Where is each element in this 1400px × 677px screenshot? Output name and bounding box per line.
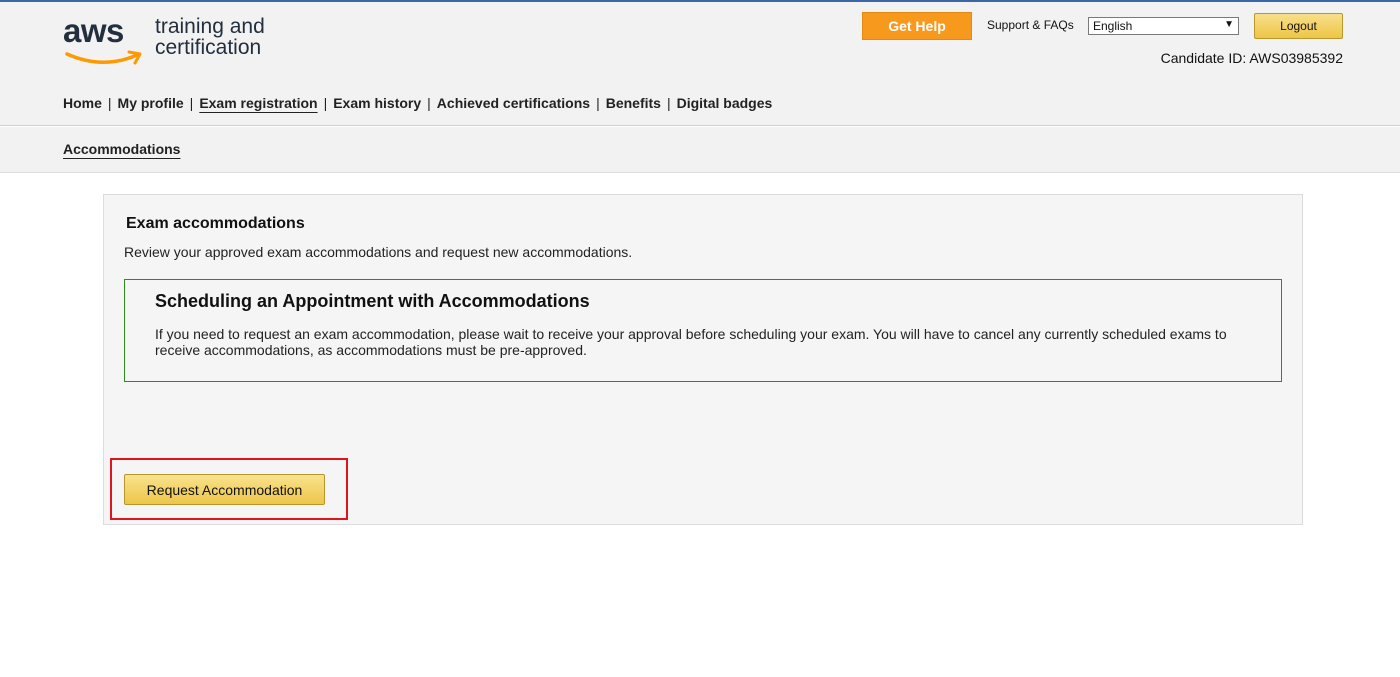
logo-aws-word: aws: [63, 12, 124, 49]
logo-tagline: training and certification: [155, 16, 265, 58]
nav-item-digital-badges[interactable]: Digital badges: [677, 95, 773, 111]
site-header: aws training and certification Get Help …: [0, 2, 1400, 126]
nav-item-home[interactable]: Home: [63, 95, 102, 111]
nav-separator: |: [323, 95, 328, 111]
scheduling-notice: Scheduling an Appointment with Accommoda…: [124, 279, 1282, 382]
nav-item-achieved-certifications[interactable]: Achieved certifications: [437, 95, 590, 111]
nav-item-exam-registration[interactable]: Exam registration: [199, 95, 317, 111]
chevron-down-icon: ▼: [1224, 19, 1234, 30]
nav-separator: |: [189, 95, 194, 111]
nav-separator: |: [596, 95, 600, 111]
main-nav: Home | My profile | Exam registration | Exam h…: [63, 95, 772, 111]
logout-button[interactable]: Logout: [1254, 13, 1343, 39]
request-accommodation-button[interactable]: Request Accommodation: [124, 474, 325, 505]
nav-item-my-profile[interactable]: My profile: [118, 95, 184, 111]
nav-item-benefits[interactable]: Benefits: [606, 95, 661, 111]
support-faqs-link[interactable]: Support & FAQs: [987, 18, 1074, 32]
page-title: Exam accommodations: [126, 215, 305, 232]
accommodations-panel: Exam accommodations Review your approved…: [103, 194, 1303, 525]
logo-tagline-line1: training and: [155, 15, 265, 38]
page-description: Review your approved exam accommodations…: [124, 244, 633, 260]
notice-body: If you need to request an exam accommoda…: [155, 326, 1227, 358]
language-selected-value: English: [1093, 19, 1133, 33]
logo-tagline-line2: certification: [155, 36, 262, 59]
get-help-button[interactable]: Get Help: [862, 12, 972, 40]
subnav-accommodations-link[interactable]: Accommodations: [63, 141, 180, 157]
notice-heading: Scheduling an Appointment with Accommoda…: [155, 291, 590, 311]
nav-separator: |: [427, 95, 431, 111]
nav-separator: |: [107, 95, 112, 111]
language-select[interactable]: English ▼: [1088, 17, 1239, 35]
sub-nav: Accommodations: [0, 127, 1400, 173]
aws-smile-icon: [65, 50, 142, 65]
candidate-id: Candidate ID: AWS03985392: [1160, 50, 1343, 66]
nav-separator: |: [666, 95, 671, 111]
nav-item-exam-history[interactable]: Exam history: [333, 95, 421, 111]
aws-logo[interactable]: aws training and certification: [63, 12, 283, 70]
